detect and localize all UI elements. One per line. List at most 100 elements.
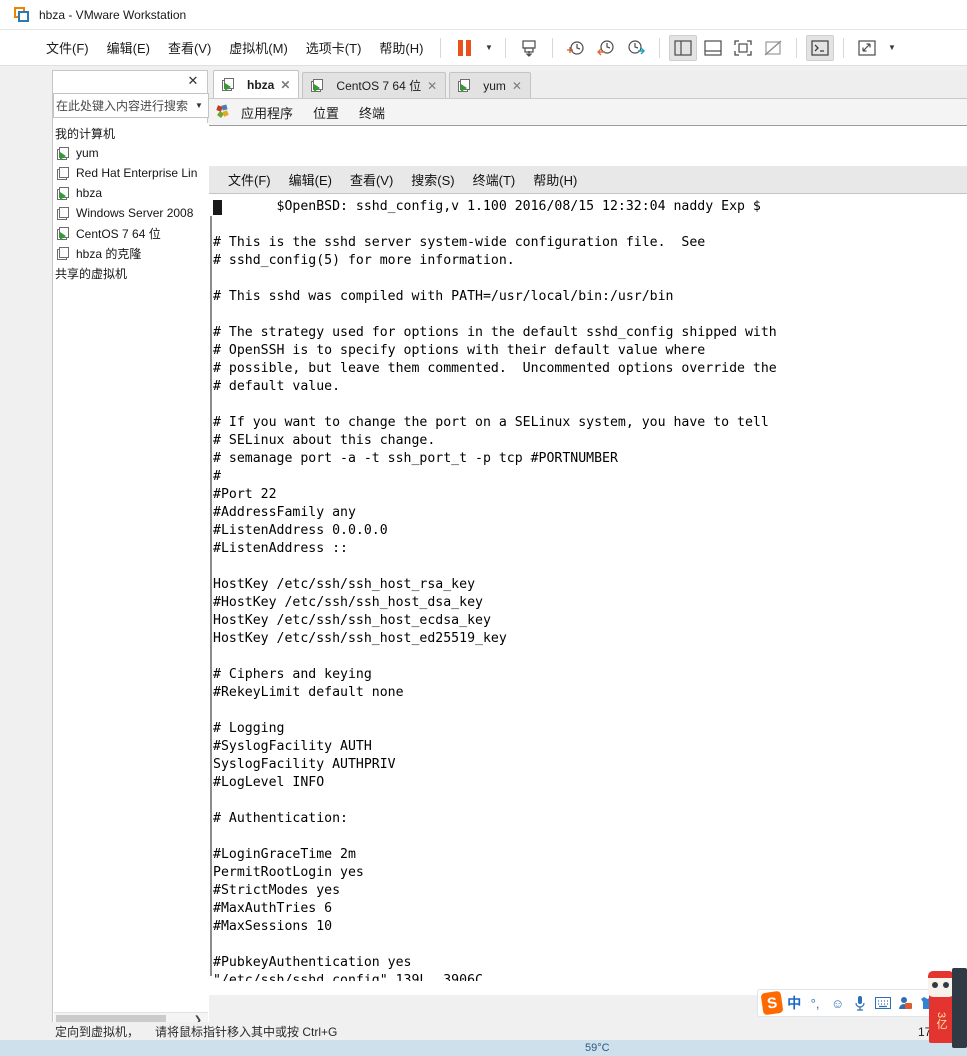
search-placeholder: 在此处键入内容进行搜索: [56, 99, 189, 113]
library-item-label: yum: [76, 146, 99, 160]
show-library-button[interactable]: [669, 34, 698, 61]
tab-yum[interactable]: yum ✕: [449, 72, 531, 98]
tab-close-icon[interactable]: ✕: [512, 79, 522, 93]
gnome-top-panel: 应用程序 位置 终端: [209, 99, 967, 126]
vm-library-list[interactable]: 我的计算机 yum Red Hat Enterprise Lin hbza Wi…: [53, 123, 209, 1053]
suspend-button[interactable]: [450, 35, 478, 61]
windows-taskbar: [0, 1040, 967, 1056]
library-item-hbza-clone[interactable]: hbza 的克隆: [53, 243, 209, 263]
gnome-applications-menu[interactable]: 应用程序: [231, 103, 303, 122]
chevron-down-icon: ▼: [887, 43, 896, 52]
snapshot-manager-button[interactable]: [622, 35, 650, 61]
chevron-down-icon: ▼: [484, 43, 493, 52]
tab-label: hbza: [247, 77, 275, 92]
power-dropdown[interactable]: ▼: [480, 35, 496, 61]
chinese-mode-icon[interactable]: 中: [787, 993, 801, 1013]
menu-help[interactable]: 帮助(H): [370, 34, 432, 61]
tab-hbza[interactable]: hbza ✕: [213, 70, 300, 98]
library-item-centos7[interactable]: CentOS 7 64 位: [53, 223, 209, 243]
snapshot-revert-icon: [597, 39, 615, 55]
show-thumbnail-bar-button[interactable]: [699, 35, 727, 61]
sidebar-panel-icon: [674, 39, 693, 56]
window-titlebar: hbza - VMware Workstation: [0, 0, 967, 30]
terminal-menu-edit[interactable]: 编辑(E): [280, 170, 341, 189]
pause-icon: [457, 39, 471, 56]
full-screen-button[interactable]: [729, 35, 757, 61]
punctuation-mode-icon[interactable]: °,: [806, 994, 824, 1013]
library-group-label: 共享的虚拟机: [55, 266, 128, 281]
terminal-menu-file[interactable]: 文件(F): [219, 170, 280, 189]
take-snapshot-button[interactable]: [562, 35, 590, 61]
stretch-button[interactable]: [853, 35, 881, 61]
terminal-menu-search[interactable]: 搜索(S): [402, 170, 463, 189]
gnome-terminal-menu[interactable]: 终端: [349, 103, 395, 122]
vm-running-icon: [458, 79, 472, 92]
bottom-panel-icon: [704, 39, 723, 56]
menu-file[interactable]: 文件(F): [46, 34, 98, 61]
vm-console-area: hbza ✕ CentOS 7 64 位 ✕ yum ✕ 应用程序 位置 终端 …: [209, 70, 967, 1056]
vmware-statusbar: 定向到虚拟机， 请将鼠标指针移入其中或按 Ctrl+G: [0, 1022, 967, 1040]
console-view-button[interactable]: [806, 34, 835, 61]
snapshot-manager-icon: [628, 39, 646, 54]
tab-close-icon[interactable]: ✕: [427, 79, 437, 93]
statusbar-hint-left: 定向到虚拟机，: [55, 1024, 140, 1039]
close-library-icon[interactable]: ✕: [185, 73, 201, 89]
snapshot-add-icon: [567, 40, 585, 55]
terminal-icon: [811, 39, 830, 56]
library-item-windows-server-2008[interactable]: Windows Server 2008: [53, 203, 209, 223]
terminal-menu-terminal[interactable]: 终端(T): [464, 170, 525, 189]
terminal-menu-help[interactable]: 帮助(H): [524, 170, 586, 189]
snapshot-icon: [522, 39, 537, 57]
fullscreen-icon: [734, 39, 753, 56]
toolbar-divider: [552, 37, 554, 58]
library-item-label: Windows Server 2008: [76, 206, 194, 220]
unity-disabled-icon: [765, 40, 782, 55]
library-item-hbza[interactable]: hbza: [53, 183, 209, 203]
terminal-cursor: [213, 200, 222, 215]
toolbar-divider: [796, 37, 798, 58]
temperature-indicator: 59°C: [585, 1042, 610, 1054]
terminal-content-area[interactable]: $OpenBSD: sshd_config,v 1.100 2016/08/15…: [209, 194, 967, 981]
sogou-logo-icon[interactable]: S: [760, 990, 784, 1016]
library-group-label: 我的计算机: [55, 126, 116, 141]
vm-library-header: ✕: [53, 71, 207, 93]
menu-vm[interactable]: 虚拟机(M): [220, 34, 297, 61]
snapshot-button[interactable]: [515, 35, 543, 61]
terminal-text: $OpenBSD: sshd_config,v 1.100 2016/08/15…: [213, 199, 777, 981]
library-group-my-computer[interactable]: 我的计算机: [53, 123, 209, 143]
vmware-workstation-window: hbza - VMware Workstation 文件(F) 编辑(E) 查看…: [0, 0, 967, 1056]
emoji-icon[interactable]: ☺: [829, 994, 847, 1013]
gnome-terminal-window: 文件(F) 编辑(E) 查看(V) 搜索(S) 终端(T) 帮助(H) $Ope…: [209, 126, 967, 1056]
menubar: 文件(F) 编辑(E) 查看(V) 虚拟机(M) 选项卡(T) 帮助(H) ▼: [0, 30, 967, 66]
vm-running-icon: [57, 146, 71, 160]
library-item-yum[interactable]: yum: [53, 143, 209, 163]
tab-label: CentOS 7 64 位: [336, 79, 422, 93]
library-item-rhel[interactable]: Red Hat Enterprise Lin: [53, 163, 209, 183]
user-icon[interactable]: [896, 994, 914, 1013]
tab-centos7[interactable]: CentOS 7 64 位 ✕: [302, 72, 447, 98]
toolbar-divider: [659, 37, 661, 58]
terminal-left-margin-rule: [210, 216, 212, 976]
menu-view[interactable]: 查看(V): [159, 34, 220, 61]
library-group-shared-vms[interactable]: 共享的虚拟机: [53, 263, 209, 283]
library-item-label: hbza: [76, 186, 103, 200]
vm-running-icon: [311, 79, 325, 92]
stretch-dropdown[interactable]: ▼: [883, 35, 899, 61]
unity-mode-button[interactable]: [759, 35, 787, 61]
library-search-input[interactable]: 在此处键入内容进行搜索 ▼: [53, 93, 209, 118]
terminal-menu-view[interactable]: 查看(V): [341, 170, 402, 189]
library-item-label: Red Hat Enterprise Lin: [76, 166, 198, 180]
statusbar-hint-right: 请将鼠标指针移入其中或按 Ctrl+G: [155, 1024, 338, 1039]
library-item-label: hbza 的克隆: [76, 246, 142, 261]
revert-snapshot-button[interactable]: [592, 35, 620, 61]
promo-mascot-icon: [928, 971, 954, 997]
chevron-down-icon[interactable]: ▼: [190, 101, 208, 110]
terminal-menubar: 文件(F) 编辑(E) 查看(V) 搜索(S) 终端(T) 帮助(H): [209, 166, 967, 194]
tab-close-icon[interactable]: ✕: [280, 78, 290, 92]
menu-tabs[interactable]: 选项卡(T): [297, 34, 371, 61]
voice-input-icon[interactable]: [851, 994, 869, 1013]
gnome-places-menu[interactable]: 位置: [303, 103, 349, 122]
menu-edit[interactable]: 编辑(E): [98, 34, 159, 61]
soft-keyboard-icon[interactable]: [874, 994, 892, 1013]
vm-running-icon: [57, 226, 71, 240]
